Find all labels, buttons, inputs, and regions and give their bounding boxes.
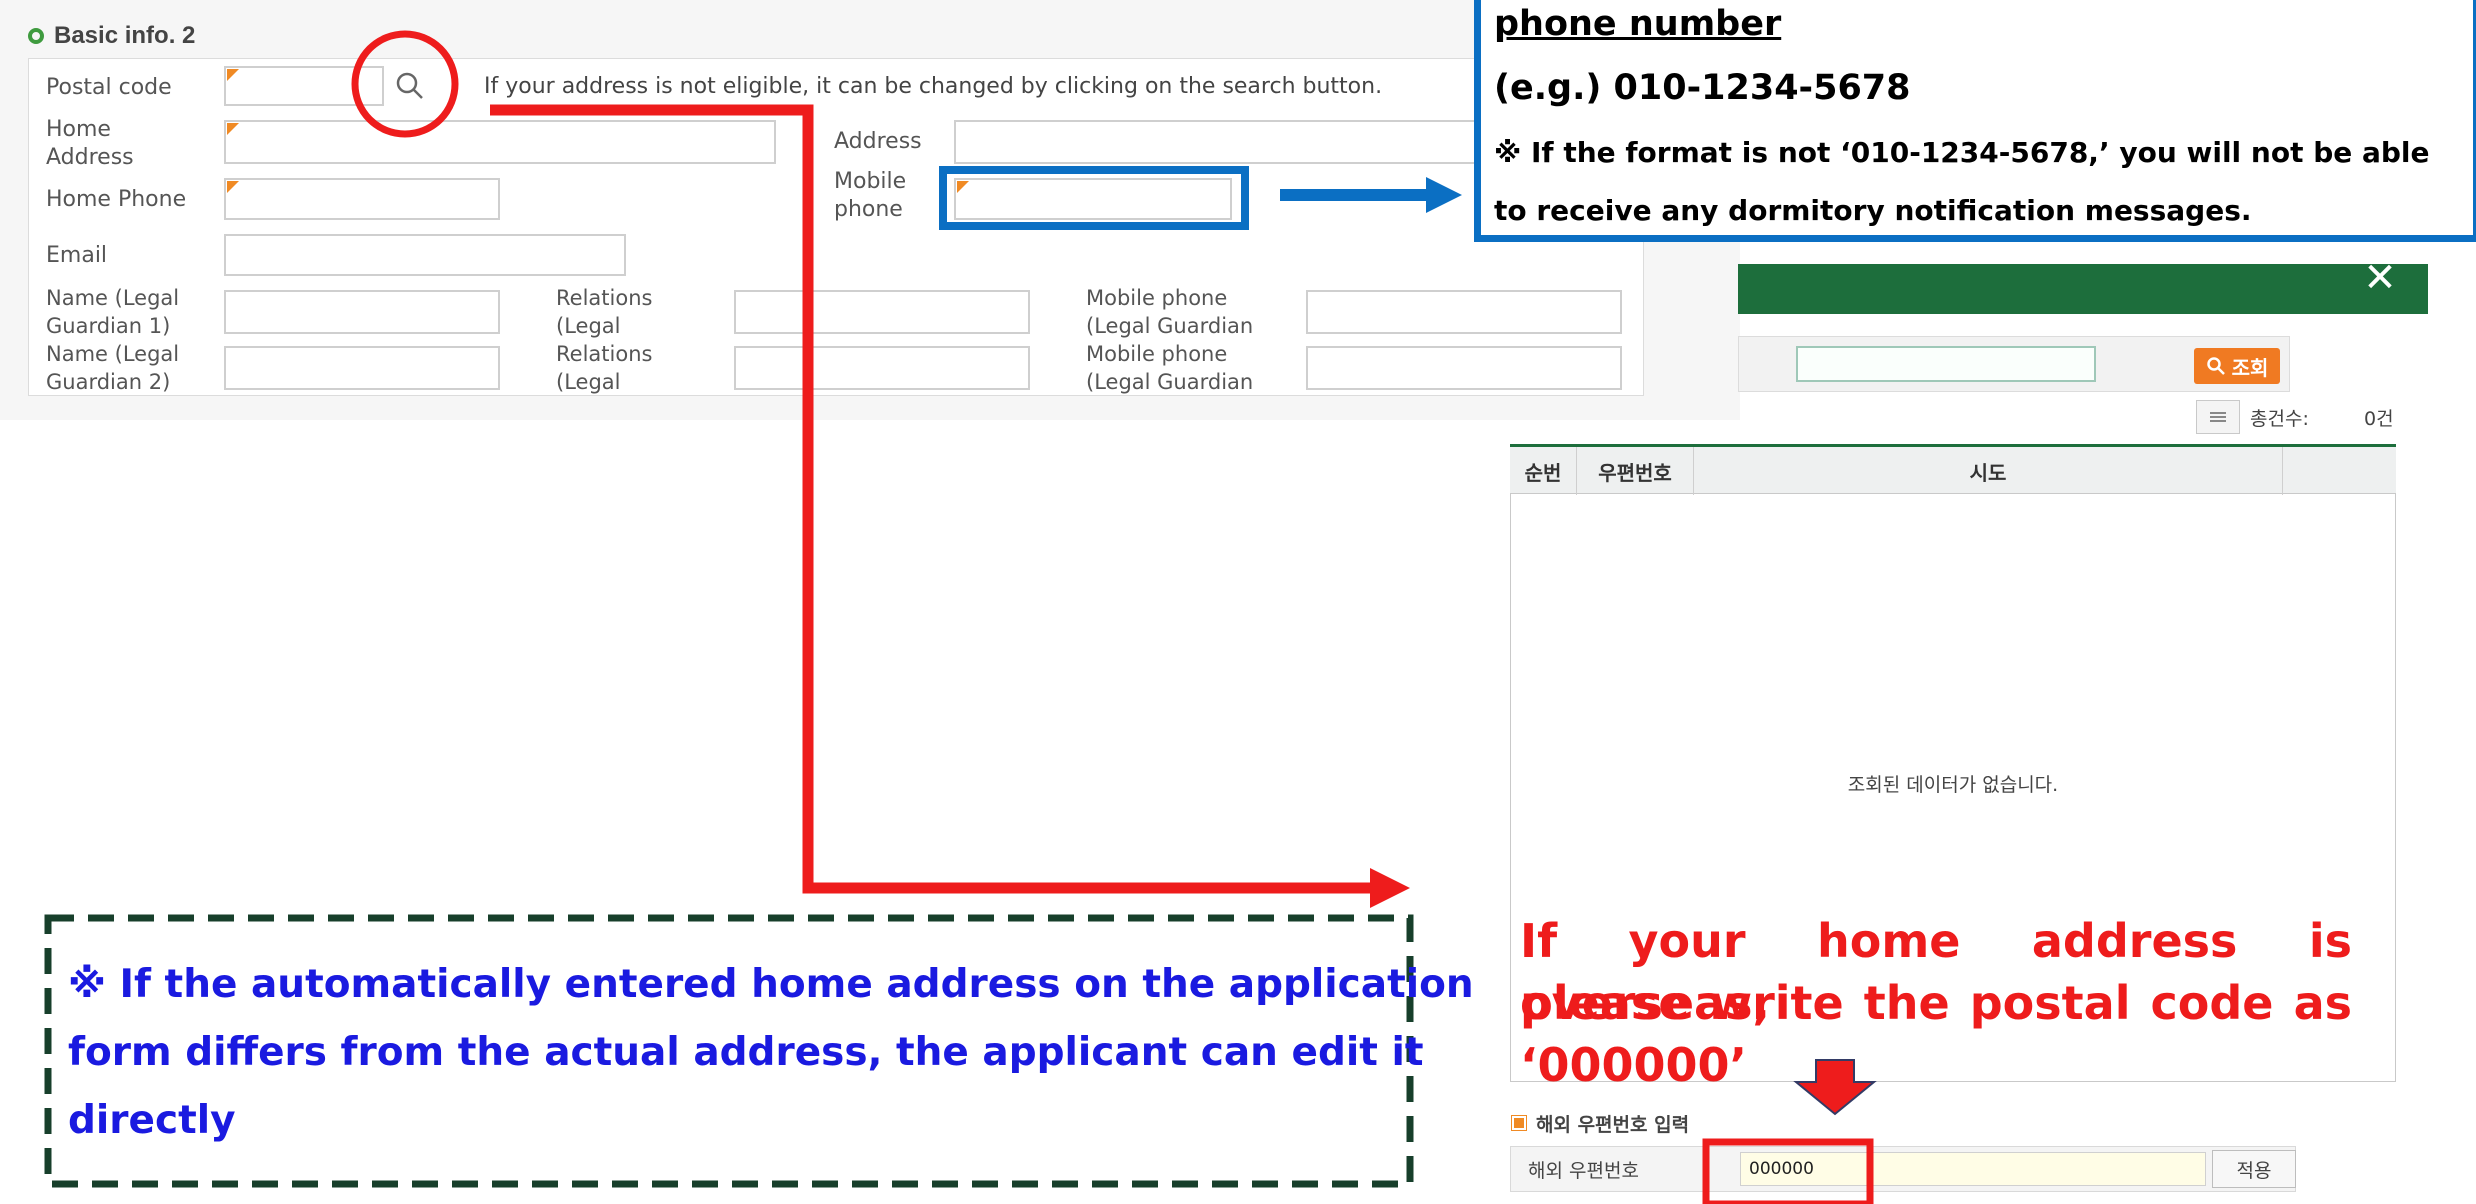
overseas-note-line2: please write the postal code as	[1520, 976, 2352, 1030]
red-arrowhead	[1370, 868, 1410, 908]
overseas-note-line3: ‘000000’	[1520, 1038, 1747, 1092]
red-down-arrow	[1793, 1059, 1877, 1116]
edit-note-line3: directly	[68, 1098, 236, 1143]
blue-arrowhead	[1426, 177, 1462, 213]
search-highlight-circle	[351, 30, 459, 138]
edit-note-line1: ※ If the automatically entered home addr…	[68, 962, 1474, 1007]
edit-note-line2: form differs from the actual address, th…	[68, 1030, 1424, 1075]
overseas-value-highlight	[1702, 1138, 1874, 1204]
mobile-phone-highlight	[939, 166, 1249, 230]
